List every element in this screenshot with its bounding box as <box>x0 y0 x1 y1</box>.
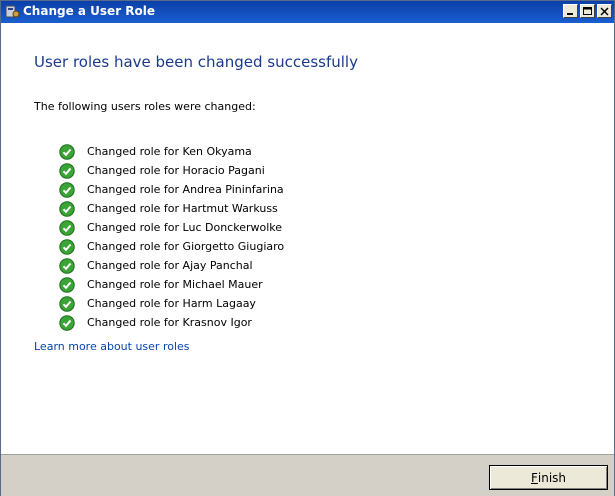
list-item-label: Changed role for Ken Okyama <box>87 145 252 158</box>
finish-button-label: inish <box>537 470 567 485</box>
list-item: Changed role for Giorgetto Giugiaro <box>59 237 284 256</box>
changed-users-list: Changed role for Ken Okyama Changed role… <box>59 142 284 332</box>
check-icon <box>59 276 75 293</box>
list-item-label: Changed role for Luc Donckerwolke <box>87 221 283 234</box>
maximize-icon <box>583 7 592 15</box>
finish-button[interactable]: Finish <box>489 465 608 490</box>
list-item-label: Changed role for Krasnov Igor <box>87 316 252 329</box>
list-item-label: Changed role for Horacio Pagani <box>87 164 265 177</box>
check-icon <box>59 219 75 236</box>
list-item: Changed role for Ajay Panchal <box>59 256 284 275</box>
list-item-label: Changed role for Michael Mauer <box>87 278 263 291</box>
close-icon <box>600 7 609 16</box>
check-icon <box>59 181 75 198</box>
check-icon <box>59 257 75 274</box>
minimize-icon <box>567 13 573 15</box>
list-item: Changed role for Ken Okyama <box>59 142 284 161</box>
check-icon <box>59 314 75 331</box>
check-icon <box>59 162 75 179</box>
title-bar[interactable]: Change a User Role <box>1 1 614 23</box>
finish-button-mnemonic: F <box>530 470 538 485</box>
list-item-label: Changed role for Andrea Pininfarina <box>87 183 284 196</box>
list-item-label: Changed role for Hartmut Warkuss <box>87 202 278 215</box>
dialog-window: Change a User Role User roles have been … <box>0 0 615 496</box>
list-item-label: Changed role for Harm Lagaay <box>87 297 256 310</box>
server-app-icon <box>5 5 20 18</box>
window-controls <box>563 4 612 18</box>
list-item: Changed role for Hartmut Warkuss <box>59 199 284 218</box>
list-item-label: Changed role for Ajay Panchal <box>87 259 253 272</box>
list-item: Changed role for Andrea Pininfarina <box>59 180 284 199</box>
list-item: Changed role for Horacio Pagani <box>59 161 284 180</box>
check-icon <box>59 295 75 312</box>
check-icon <box>59 143 75 160</box>
footer-bar: Finish <box>1 454 614 496</box>
learn-more-link[interactable]: Learn more about user roles <box>34 340 190 353</box>
list-item: Changed role for Harm Lagaay <box>59 294 284 313</box>
list-item: Changed role for Krasnov Igor <box>59 313 284 332</box>
list-item: Changed role for Luc Donckerwolke <box>59 218 284 237</box>
minimize-button[interactable] <box>563 4 578 18</box>
list-item: Changed role for Michael Mauer <box>59 275 284 294</box>
list-item-label: Changed role for Giorgetto Giugiaro <box>87 240 285 253</box>
maximize-button[interactable] <box>580 4 595 18</box>
close-button[interactable] <box>597 4 612 18</box>
content-area: User roles have been changed successfull… <box>1 23 614 454</box>
page-title: User roles have been changed successfull… <box>34 53 358 71</box>
check-icon <box>59 200 75 217</box>
check-icon <box>59 238 75 255</box>
intro-text: The following users roles were changed: <box>34 100 256 113</box>
window-title: Change a User Role <box>23 4 156 18</box>
